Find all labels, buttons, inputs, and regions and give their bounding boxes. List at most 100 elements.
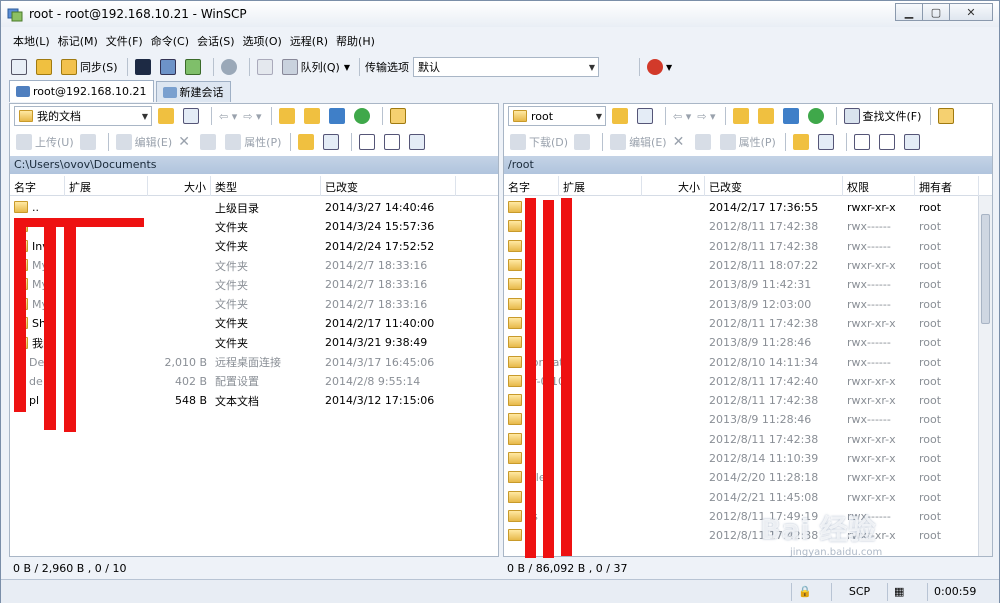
tab-new-session[interactable]: 新建会话 [155,81,231,102]
maximize-button[interactable]: ▢ [922,3,950,21]
table-row[interactable]: 2012/8/11 17:42:38 rwxr-xr-x root [504,430,992,449]
table-row[interactable]: _private2012/8/10 14:11:34rwx------root [504,352,992,371]
table-row[interactable]: 2012/8/11 17:42:38 rwxr-xr-x root [504,391,992,410]
local-unselect-button[interactable] [382,132,405,152]
table-row[interactable]: 2012/8/11 18:07:22 rwxr-xr-x root [504,256,992,275]
close-button[interactable]: ✕ [949,3,993,21]
table-row[interactable]: 2012/8/11 17:42:38 rwxr-xr-x root [504,314,992,333]
remote-properties-button[interactable]: 属性(P) [718,132,778,152]
table-row[interactable]: ils2012/8/11 17:49:19rwx------root [504,507,992,526]
table-row[interactable]: 2012/8/14 11:10:39 rwxr-xr-x root [504,449,992,468]
local-tree-button[interactable] [388,106,411,126]
local-select-all-button[interactable] [357,132,380,152]
preferences-button[interactable] [219,57,242,77]
table-row[interactable]: Inv 文件夹 2014/2/24 17:52:52 [10,237,498,256]
local-delete-button[interactable]: ✕ [176,132,196,152]
keep-remote-button[interactable] [183,57,206,77]
scrollbar-thumb[interactable] [981,214,990,324]
compare-dirs-button[interactable] [34,57,57,77]
disconnect-button[interactable]: ▼ [645,57,674,77]
menu-mark[interactable]: 标记(M) [54,33,102,49]
local-filter-button[interactable] [181,106,204,126]
table-row[interactable]: Shu 文件夹 2014/2/17 11:40:00 [10,314,498,333]
col-ext[interactable]: 扩展 [559,176,642,196]
menu-files[interactable]: 文件(F) [102,33,147,49]
remote-home-button[interactable] [781,106,804,126]
col-type[interactable]: 类型 [211,176,321,196]
table-row[interactable]: 2012/8/11 17:42:38 rwx------ root [504,217,992,236]
remote-new-file-button[interactable] [816,132,839,152]
transfer-settings-select[interactable]: 默认 ▼ [412,57,599,77]
local-location-select[interactable]: 我的文档 ▼ [14,106,152,126]
remote-edit-button[interactable]: 编辑(E) [608,132,669,152]
remote-location-select[interactable]: root ▼ [508,106,606,126]
local-root-dir-button[interactable] [302,106,325,126]
remote-forward-button[interactable]: ⇨ ▾ [695,106,717,126]
add-dir-button[interactable] [9,57,32,77]
remote-tree-button[interactable] [936,106,959,126]
local-edit-button[interactable]: 编辑(E) [114,132,175,152]
col-ext[interactable]: 扩展 [65,176,148,196]
tab-session-root[interactable]: root@192.168.10.21 [9,80,154,102]
local-forward-button[interactable]: ⇨ ▾ [241,106,263,126]
remote-filter-button[interactable] [635,106,658,126]
find-files-button[interactable]: 查找文件(F) [842,106,924,126]
table-row[interactable]: De 2,010 B 远程桌面连接 2014/3/17 16:45:06 [10,352,498,371]
remote-back-button[interactable]: ⇦ ▾ [671,106,693,126]
table-row[interactable]: 我的 文件夹 2014/3/21 9:38:49 [10,333,498,352]
table-row[interactable]: 2013/8/9 11:28:46 rwx------ root [504,333,992,352]
menu-help[interactable]: 帮助(H) [332,33,379,49]
table-row[interactable]: 2014/2/17 17:36:55 rwxr-xr-x root [504,198,992,217]
download-button[interactable]: 下载(D) [508,132,570,152]
local-filter-select-button[interactable] [407,132,430,152]
local-properties-button[interactable]: 属性(P) [223,132,283,152]
queue-button[interactable]: 队列(Q) ▼ [280,57,352,77]
table-row[interactable]: 2013/8/9 12:03:00 rwx------ root [504,294,992,313]
local-new-folder-button[interactable] [296,132,319,152]
download-menu-button[interactable] [572,132,595,152]
table-row[interactable]: My 文件夹 2014/2/7 18:33:16 [10,275,498,294]
table-row[interactable]: pl 548 B 文本文档 2014/3/12 17:15:06 [10,391,498,410]
col-owner[interactable]: 拥有者 [915,176,979,196]
local-refresh-button[interactable] [352,106,375,126]
local-rename-button[interactable] [198,132,221,152]
col-permissions[interactable]: 权限 [843,176,915,196]
remote-open-dir-button[interactable] [610,106,633,126]
table-row[interactable]: 2013/8/9 11:42:31 rwx------ root [504,275,992,294]
local-new-file-button[interactable] [321,132,344,152]
remote-scrollbar[interactable] [978,196,992,556]
local-home-button[interactable] [327,106,350,126]
local-open-dir-button[interactable] [156,106,179,126]
table-row[interactable]: .. 上级目录 2014/3/27 14:40:46 [10,198,498,217]
table-row[interactable]: My 文件夹 2014/2/7 18:33:16 [10,256,498,275]
remote-refresh-button[interactable] [806,106,829,126]
col-name[interactable]: 名字 [10,176,65,196]
col-size[interactable]: 大小 [642,176,705,196]
local-parent-dir-button[interactable] [277,106,300,126]
remote-root-dir-button[interactable] [756,106,779,126]
remote-parent-dir-button[interactable] [731,106,754,126]
queue-list-button[interactable] [255,57,278,77]
table-row[interactable]: My 文件夹 2014/2/7 18:33:16 [10,294,498,313]
table-row[interactable]: aller 2014/2/20 11:28:18 rwxr-xr-x root [504,468,992,487]
upload-menu-button[interactable] [78,132,101,152]
remote-unselect-button[interactable] [877,132,900,152]
table-row[interactable]: de 402 B 配置设置 2014/2/8 9:55:14 [10,372,498,391]
table-row[interactable]: 2013/8/9 11:28:46 rwx------ root [504,410,992,429]
table-row[interactable]: er-0.102012/8/11 17:42:40rwxr-xr-xroot [504,372,992,391]
menu-local[interactable]: 本地(L) [9,33,54,49]
remote-new-folder-button[interactable] [791,132,814,152]
sync-button[interactable]: 同步(S) [59,57,120,77]
terminal-button[interactable] [133,57,156,77]
remote-rename-button[interactable] [693,132,716,152]
menu-options[interactable]: 选项(O) [239,33,286,49]
menu-commands[interactable]: 命令(C) [147,33,193,49]
remote-delete-button[interactable]: ✕ [671,132,691,152]
remote-select-all-button[interactable] [852,132,875,152]
local-back-button[interactable]: ⇦ ▾ [217,106,239,126]
remote-filter-select-button[interactable] [902,132,925,152]
menu-session[interactable]: 会话(S) [193,33,239,49]
table-row[interactable]: 2014/2/21 11:45:08 rwxr-xr-x root [504,487,992,506]
upload-button[interactable]: 上传(U) [14,132,76,152]
col-changed[interactable]: 已改变 [705,176,843,196]
